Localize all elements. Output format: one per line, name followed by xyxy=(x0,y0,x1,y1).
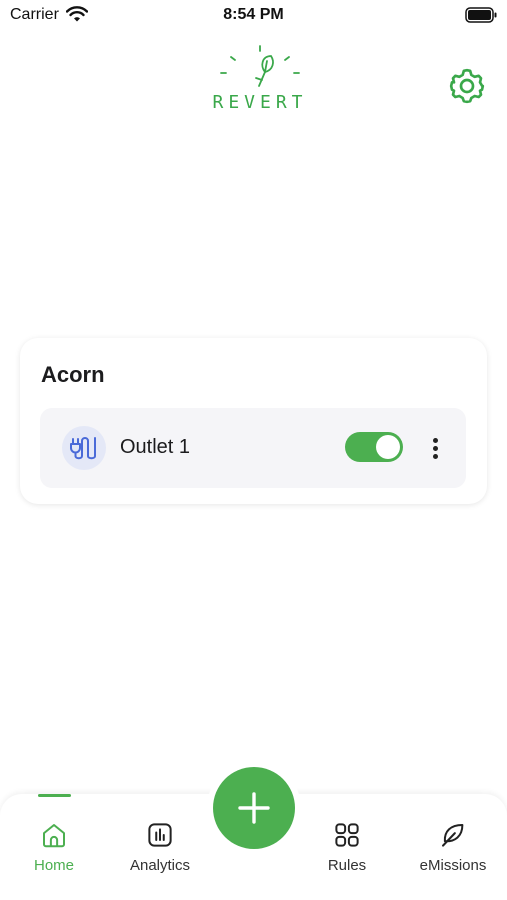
plus-icon xyxy=(238,792,270,824)
home-icon xyxy=(43,824,65,848)
add-device-button[interactable] xyxy=(213,767,295,849)
more-dot xyxy=(433,438,438,443)
outlet-icon-badge xyxy=(62,426,106,470)
status-time: 8:54 PM xyxy=(223,6,284,23)
plug-icon xyxy=(70,437,96,460)
device-group-card: Acorn Outlet 1 xyxy=(20,338,487,504)
gear-icon xyxy=(449,68,485,104)
battery-icon xyxy=(465,7,497,28)
tab-home-label: Home xyxy=(33,857,74,874)
outlet-name: Outlet 1 xyxy=(120,436,191,458)
leaf-icon xyxy=(442,824,464,847)
outlet-row[interactable]: Outlet 1 xyxy=(40,408,466,488)
sprout-icon xyxy=(220,45,300,87)
group-title: Acorn xyxy=(41,362,105,387)
more-dot xyxy=(433,446,438,451)
chart-icon xyxy=(148,823,172,847)
tab-analytics-label: Analytics xyxy=(129,857,191,874)
status-bar: Carrier 8:54 PM xyxy=(0,0,507,32)
grid-icon xyxy=(335,823,359,847)
tab-home[interactable]: Home xyxy=(6,814,102,878)
more-dot xyxy=(433,454,438,459)
logo-text: REVERT xyxy=(212,92,308,113)
outlet-power-toggle[interactable] xyxy=(345,432,403,462)
settings-button[interactable] xyxy=(447,66,487,106)
tab-rules-label: Rules xyxy=(327,857,367,874)
more-options-button[interactable] xyxy=(424,432,448,464)
tab-rules[interactable]: Rules xyxy=(299,814,395,878)
tab-analytics[interactable]: Analytics xyxy=(112,814,208,878)
tab-emissions-label: eMissions xyxy=(419,857,487,874)
active-tab-indicator xyxy=(38,794,71,797)
app-logo: REVERT xyxy=(207,42,313,114)
tab-emissions[interactable]: eMissions xyxy=(405,814,501,878)
toggle-knob xyxy=(376,435,400,459)
